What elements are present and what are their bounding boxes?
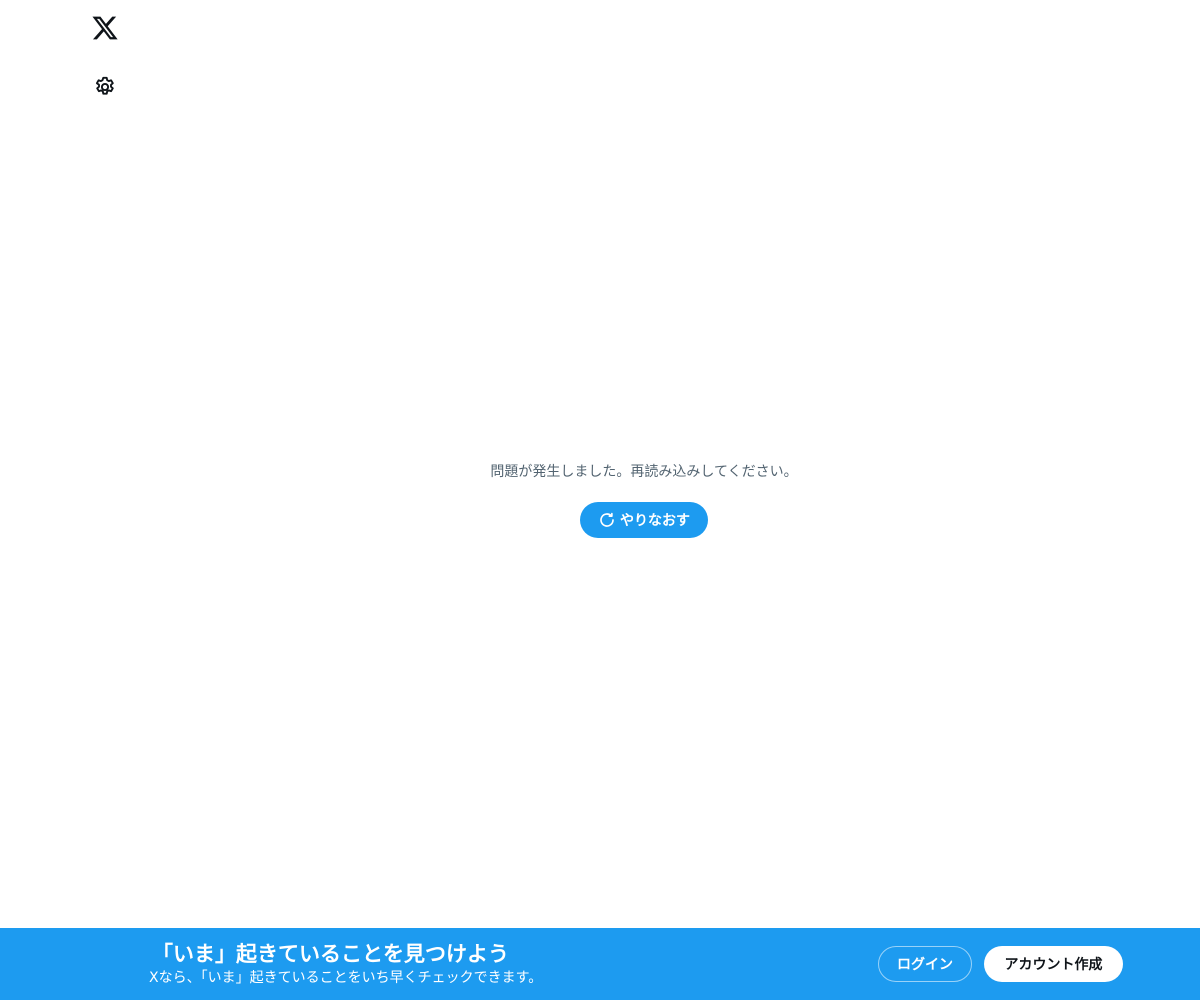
- x-logo-icon: [91, 14, 119, 42]
- retry-button[interactable]: やりなおす: [580, 502, 708, 538]
- retry-label: やりなおす: [620, 513, 690, 529]
- refresh-icon: [598, 511, 616, 529]
- error-panel: 問題が発生しました。再読み込みしてください。 やりなおす: [400, 455, 888, 538]
- gear-icon: [93, 75, 117, 99]
- signup-banner: 「いま」起きていることを見つけよう Xなら、「いま」起きていることをいち早くチェ…: [0, 928, 1200, 1000]
- error-message: 問題が発生しました。再読み込みしてください。: [490, 464, 798, 480]
- settings-link[interactable]: [80, 62, 130, 112]
- home-logo-link[interactable]: [80, 3, 130, 53]
- login-button[interactable]: ログイン: [878, 946, 972, 982]
- create-account-button[interactable]: アカウント作成: [984, 946, 1123, 982]
- banner-heading: 「いま」起きていることを見つけよう: [152, 942, 509, 966]
- banner-subtext: Xなら、「いま」起きていることをいち早くチェックできます。: [149, 970, 543, 986]
